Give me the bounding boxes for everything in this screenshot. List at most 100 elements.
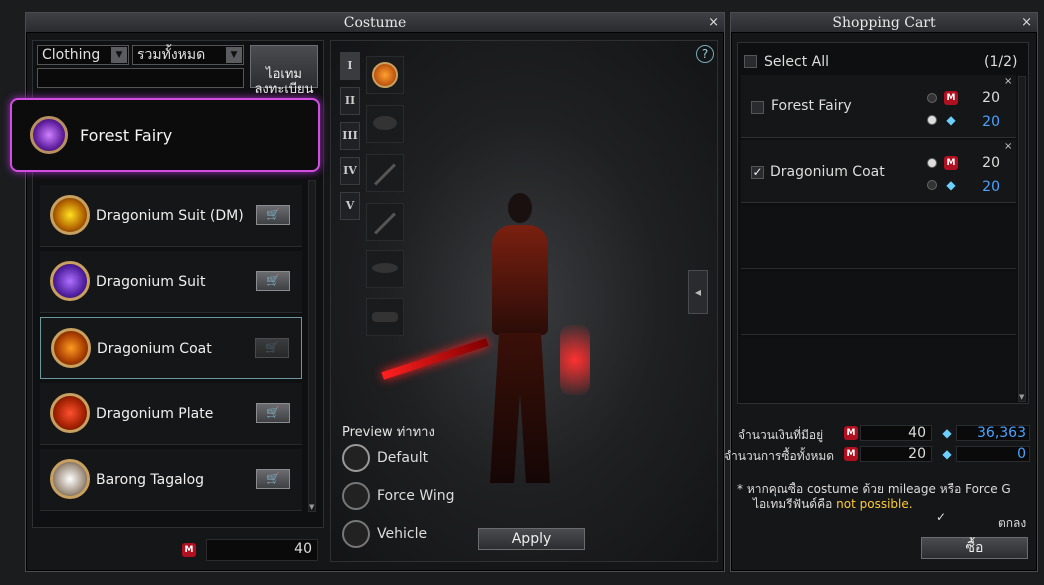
slot-helmet[interactable]: [366, 105, 404, 143]
tab-2[interactable]: II: [340, 87, 360, 115]
pose-vehicle[interactable]: Vehicle: [342, 519, 462, 549]
selected-item-card[interactable]: Forest Fairy: [10, 98, 320, 172]
search-input[interactable]: [37, 68, 244, 88]
total-mileage: 20: [908, 446, 926, 462]
item-name: Dragonium Suit: [96, 274, 206, 290]
entry-name: Forest Fairy: [771, 98, 852, 114]
dragonium-plate-icon: [50, 393, 90, 433]
costume-title: Costume: [343, 15, 407, 31]
note-line-2: ไอเทมรีฟันด์คือ not possible.: [737, 497, 1037, 512]
force-gem-icon: ◆: [946, 113, 956, 127]
buy-label: ซื้อ: [965, 540, 984, 556]
force-gem-icon: ◆: [942, 447, 952, 461]
item-list-scrollbar[interactable]: ▼: [308, 180, 316, 512]
cart-icon[interactable]: 🛒: [255, 338, 289, 358]
mileage-icon: M: [944, 156, 958, 170]
cart-icon[interactable]: 🛒: [256, 469, 290, 489]
character-body: [492, 225, 548, 335]
cart-title: Shopping Cart: [832, 15, 936, 31]
apply-button[interactable]: Apply: [478, 528, 585, 550]
entry-checkbox[interactable]: [751, 101, 764, 114]
total-force: 0: [1017, 446, 1026, 462]
mileage-icon: M: [844, 447, 858, 461]
entry-force: 20: [982, 179, 1000, 195]
item-name: Dragonium Coat: [97, 341, 212, 357]
list-item[interactable]: Dragonium Coat 🛒: [40, 317, 302, 379]
cart-scrollbar[interactable]: ▼: [1018, 76, 1026, 402]
red-glow: [560, 325, 590, 395]
help-icon[interactable]: ?: [696, 45, 714, 63]
character-head: [508, 193, 532, 223]
mileage-radio[interactable]: [927, 158, 937, 168]
apply-label: Apply: [511, 531, 552, 547]
buy-button[interactable]: ซื้อ: [921, 537, 1028, 559]
category-filter-dropdown[interactable]: รวมทั้งหมด ▼: [132, 45, 244, 65]
slot-wings[interactable]: [366, 250, 404, 288]
slot-costume[interactable]: [366, 56, 404, 94]
close-icon[interactable]: ×: [708, 13, 719, 33]
item-name: Dragonium Suit (DM): [96, 208, 244, 224]
entry-force: 20: [982, 114, 1000, 130]
remove-entry-icon[interactable]: ×: [1004, 76, 1012, 87]
cart-icon[interactable]: 🛒: [256, 271, 290, 291]
type-filter-dropdown[interactable]: Clothing ▼: [37, 45, 129, 65]
tab-3[interactable]: III: [340, 122, 360, 150]
entry-checkbox[interactable]: ✓: [751, 166, 764, 179]
cart-icon[interactable]: 🛒: [256, 205, 290, 225]
scroll-down-icon[interactable]: ▼: [1019, 393, 1024, 401]
list-item[interactable]: Dragonium Plate 🛒: [40, 383, 302, 445]
selected-item-name: Forest Fairy: [80, 126, 173, 145]
empty-cart-slot: [741, 338, 1016, 401]
force-radio[interactable]: [927, 180, 937, 190]
empty-cart-slot: [741, 272, 1016, 335]
money-mileage: 40: [908, 425, 926, 441]
slot-vehicle[interactable]: [366, 298, 404, 336]
wings-icon: [372, 263, 398, 273]
pose-force-wing[interactable]: Force Wing: [342, 481, 462, 511]
cart-icon[interactable]: 🛒: [256, 403, 290, 423]
register-item-button[interactable]: ไอเทม ลงทะเบียน: [250, 45, 318, 97]
select-all-checkbox[interactable]: [744, 55, 757, 68]
cart-titlebar: Shopping Cart ×: [731, 13, 1037, 33]
select-all-label: Select All: [764, 54, 829, 70]
slot-weapon-2[interactable]: [366, 203, 404, 241]
money-force: 36,363: [977, 425, 1026, 441]
entry-name: Dragonium Coat: [770, 164, 885, 180]
barong-tagalog-icon: [50, 459, 90, 499]
money-label: จำนวนเงินที่มีอยู่: [738, 428, 824, 442]
entry-mileage: 20: [982, 90, 1000, 106]
type-filter-value: Clothing: [42, 47, 101, 63]
close-icon[interactable]: ×: [1021, 13, 1032, 33]
empty-cart-slot: [741, 206, 1016, 269]
force-radio[interactable]: [927, 115, 937, 125]
list-item[interactable]: Dragonium Suit 🛒: [40, 251, 302, 313]
vehicle-icon: [372, 312, 398, 322]
pose-force-wing-label: Force Wing: [377, 488, 455, 504]
list-item[interactable]: Dragonium Suit (DM) 🛒: [40, 185, 302, 247]
scroll-down-icon[interactable]: ▼: [309, 503, 314, 511]
dragonium-suit-dm-icon: [50, 195, 90, 235]
note-highlight: not possible.: [836, 497, 913, 511]
tab-5[interactable]: V: [340, 192, 360, 220]
force-gem-icon: ◆: [942, 426, 952, 440]
cart-page: (1/2): [984, 54, 1018, 70]
mileage-icon: M: [944, 91, 958, 105]
pose-default-label: Default: [377, 450, 429, 466]
mileage-radio[interactable]: [927, 93, 937, 103]
character-preview: [381, 185, 600, 495]
chevron-down-icon: ▼: [226, 47, 242, 63]
tab-4[interactable]: IV: [340, 157, 360, 185]
pose-vehicle-label: Vehicle: [377, 526, 428, 542]
pose-default[interactable]: Default: [342, 443, 462, 473]
sword-icon: [374, 212, 396, 235]
note-line-1: * หากคุณซื้อ costume ด้วย mileage หรือ F…: [737, 482, 1011, 496]
vehicle-pose-icon: [342, 520, 370, 548]
list-item[interactable]: Barong Tagalog 🛒: [40, 449, 302, 511]
remove-entry-icon[interactable]: ×: [1004, 141, 1012, 152]
dragonium-coat-icon: [51, 328, 91, 368]
mileage-value: 40: [294, 541, 312, 557]
side-arrow-button[interactable]: ◂: [688, 270, 708, 314]
slot-weapon-1[interactable]: [366, 154, 404, 192]
tab-1[interactable]: I: [340, 52, 360, 80]
agree-checkbox[interactable]: ✓: [936, 511, 949, 524]
